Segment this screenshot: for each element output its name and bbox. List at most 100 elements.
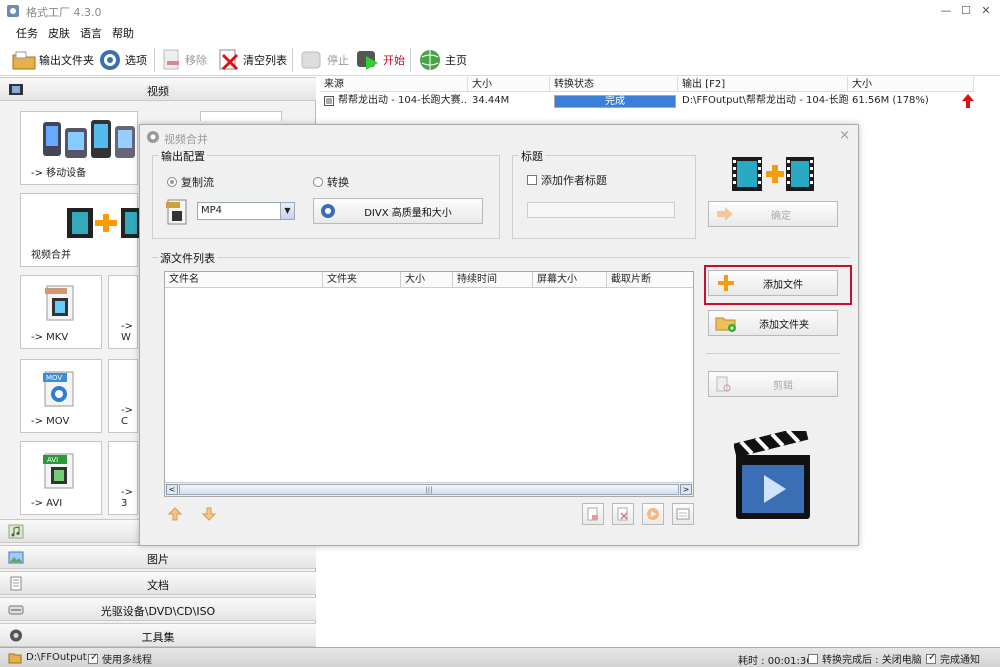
output-path: D:\FFOutput	[26, 652, 87, 663]
list-col-filename[interactable]: 文件名	[165, 272, 323, 288]
chevron-down-icon[interactable]: ▼	[280, 203, 294, 219]
col-output-size[interactable]: 大小	[848, 77, 974, 92]
arrow-right-icon	[717, 207, 733, 221]
output-config-title: 输出配置	[159, 148, 207, 164]
notify-check-box: ✓	[926, 651, 937, 664]
play-icon	[647, 508, 659, 520]
avi-badge-text: AVI	[47, 456, 58, 464]
format-select[interactable]: MP4 ▼	[197, 202, 295, 220]
multithread-checkbox[interactable]: ✓ 使用多线程	[88, 651, 152, 666]
menu-bar: 任务 皮肤 语言 帮助	[0, 22, 1000, 42]
close-button[interactable]: ✕	[978, 3, 994, 19]
add-folder-button[interactable]: 添加文件夹	[708, 310, 838, 336]
menu-skin[interactable]: 皮肤	[48, 25, 70, 41]
maximize-button[interactable]: ☐	[958, 3, 974, 19]
multithread-check-box: ✓	[88, 651, 99, 664]
start-button[interactable]: 开始	[356, 46, 405, 74]
title-bar: 格式工厂 4.3.0 — ☐ ✕	[0, 0, 1000, 22]
move-up-icon[interactable]	[168, 507, 182, 521]
confirm-button[interactable]: 确定	[708, 201, 838, 227]
output-config-group: 输出配置 复制流 转换 MP4 ▼ DIVX 高质量和大小	[152, 148, 500, 239]
home-button[interactable]: 主页	[418, 46, 467, 74]
col-size[interactable]: 大小	[468, 77, 550, 92]
remove-icon	[163, 49, 179, 70]
source-list-title: 源文件列表	[158, 250, 217, 266]
list-col-screen-size[interactable]: 屏幕大小	[533, 272, 607, 288]
merge-banner-icon	[732, 157, 814, 191]
merge-icon	[67, 208, 139, 238]
minimize-button[interactable]: —	[938, 3, 954, 19]
mobile-devices-icon	[43, 120, 135, 158]
dialog-title: 视频合并	[164, 133, 208, 146]
horizontal-scrollbar[interactable]: < ||| >	[165, 482, 693, 496]
source-file-list[interactable]: 文件名 文件夹 大小 持续时间 屏幕大小 截取片断 < ||| >	[164, 271, 694, 497]
col-status[interactable]: 转换状态	[550, 77, 678, 92]
table-row[interactable]: 帮帮龙出动 - 104-长跑大赛... 34.44M 完成 D:\FFOutpu…	[320, 93, 1000, 109]
row-output-size: 61.56M (178%)	[852, 95, 929, 106]
tile-mov[interactable]: MOV -> MOV	[20, 359, 102, 433]
mp4-file-icon	[166, 199, 187, 225]
col-output[interactable]: 输出 [F2]	[678, 77, 848, 92]
app-icon	[7, 5, 19, 17]
category-picture[interactable]: 图片	[0, 545, 316, 569]
list-col-folder[interactable]: 文件夹	[323, 272, 401, 288]
clip-button[interactable]: 剪辑	[708, 371, 838, 397]
format-select-value: MP4	[201, 205, 223, 216]
add-author-title-checkbox[interactable]: 添加作者标题	[527, 172, 607, 188]
quality-settings-button[interactable]: DIVX 高质量和大小	[313, 198, 483, 224]
after-convert-option[interactable]: 转换完成后 : 关闭电脑	[808, 651, 922, 666]
options-button[interactable]: 选项	[98, 46, 147, 74]
title-input[interactable]	[527, 202, 675, 218]
tile-avi[interactable]: AVI -> AVI	[20, 441, 102, 515]
list-col-size[interactable]: 大小	[401, 272, 453, 288]
category-optical[interactable]: 光驱设备\DVD\CD\ISO	[0, 597, 316, 621]
start-icon	[357, 51, 378, 70]
list-col-clip[interactable]: 截取片断	[607, 272, 693, 288]
move-down-icon[interactable]	[202, 507, 216, 521]
title-group-title: 标题	[519, 148, 545, 164]
col-source[interactable]: 来源	[320, 77, 468, 92]
radio-convert[interactable]: 转换	[313, 174, 349, 190]
scroll-left-button[interactable]: <	[166, 484, 178, 495]
tile-3[interactable]: -> 3	[108, 441, 138, 515]
avi-file-icon: AVI	[43, 453, 74, 489]
mov-badge-text: MOV	[46, 374, 62, 382]
remove-button[interactable]: 移除	[162, 46, 207, 74]
tile-w[interactable]: -> W	[108, 275, 138, 349]
merge-dialog-icon	[147, 131, 159, 143]
remove-file-icon	[587, 507, 598, 521]
author-title-checkbox-box	[527, 175, 537, 185]
file-info-button[interactable]	[672, 503, 694, 525]
settings-gear-icon	[321, 204, 335, 218]
play-preview-button[interactable]	[642, 503, 664, 525]
output-folder-button[interactable]: 输出文件夹	[12, 46, 94, 74]
clear-files-button[interactable]	[612, 503, 634, 525]
tile-c[interactable]: -> C	[108, 359, 138, 433]
dialog-close-button[interactable]: ×	[839, 128, 850, 143]
clear-list-button[interactable]: 清空列表	[218, 46, 287, 74]
tile-mkv[interactable]: -> MKV	[20, 275, 102, 349]
stop-button[interactable]: 停止	[300, 46, 349, 74]
tile-video-merge[interactable]: 视频合并	[20, 193, 139, 267]
scroll-right-button[interactable]: >	[680, 484, 692, 495]
output-folder-icon[interactable]	[8, 652, 22, 664]
radio-convert-indicator	[313, 177, 323, 187]
remove-file-button[interactable]	[582, 503, 604, 525]
after-convert-check-box	[808, 653, 818, 664]
tile-mobile-device[interactable]: -> 移动设备	[20, 111, 138, 185]
row-output: D:\FFOutput\帮帮龙出动 - 104-长跑...	[682, 95, 848, 106]
menu-help[interactable]: 帮助	[112, 25, 134, 41]
radio-copy-stream[interactable]: 复制流	[167, 174, 214, 190]
up-arrow-icon	[962, 94, 974, 108]
notify-checkbox[interactable]: ✓ 完成通知	[926, 651, 980, 666]
category-video[interactable]: 视频	[0, 77, 316, 101]
menu-language[interactable]: 语言	[80, 25, 102, 41]
list-col-duration[interactable]: 持续时间	[453, 272, 533, 288]
mov-file-icon: MOV	[43, 371, 74, 407]
category-document[interactable]: 文档	[0, 571, 316, 595]
row-status: 完成	[605, 96, 625, 107]
scroll-thumb[interactable]: |||	[179, 484, 679, 495]
category-tools[interactable]: 工具集	[0, 623, 316, 647]
menu-task[interactable]: 任务	[16, 25, 38, 41]
add-file-button[interactable]: 添加文件	[708, 270, 838, 296]
